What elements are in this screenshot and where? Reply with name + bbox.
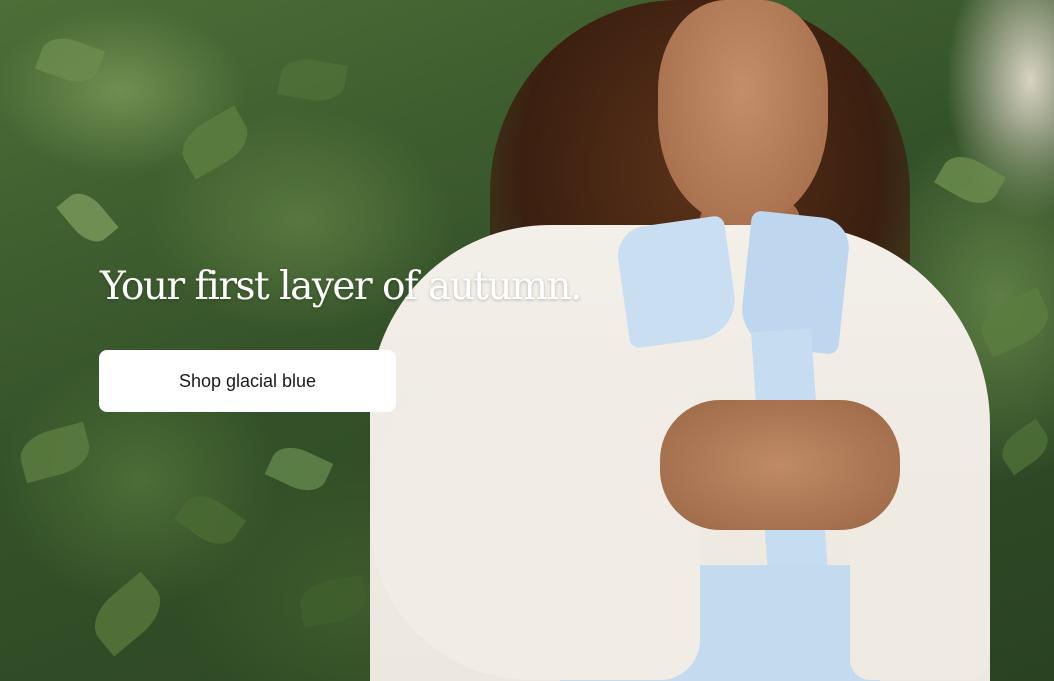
jacket-sleeve-left bbox=[370, 360, 700, 680]
model-hands bbox=[660, 400, 900, 530]
jacket-collar-left bbox=[614, 214, 740, 350]
hero-banner: Your first layer of autumn. Shop glacial… bbox=[0, 0, 1054, 681]
shop-glacial-blue-button[interactable]: Shop glacial blue bbox=[99, 350, 396, 412]
model-face bbox=[658, 0, 828, 225]
hero-headline: Your first layer of autumn. bbox=[100, 264, 582, 309]
model-photo bbox=[360, 0, 1000, 681]
